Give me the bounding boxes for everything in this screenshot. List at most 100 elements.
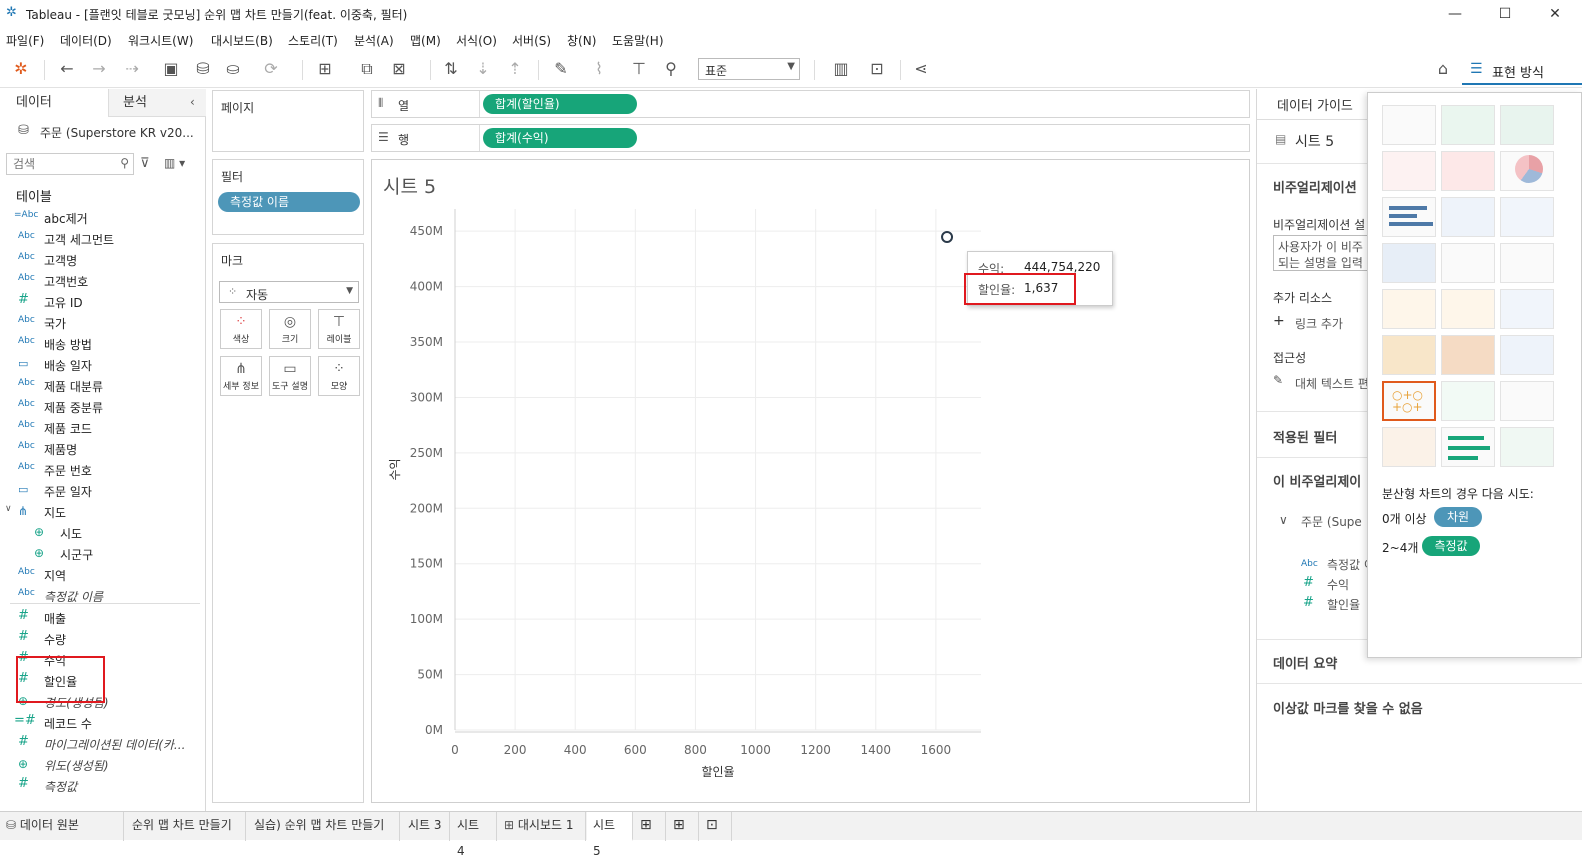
presentation-icon[interactable]: ⊡ <box>866 58 888 80</box>
expand-chevron-icon[interactable]: ∨ <box>5 504 12 514</box>
filter-icon[interactable]: ⊽ <box>140 156 150 171</box>
scatter-chart[interactable]: 0M 50M 100M 150M 200M 250M 300M 350M 400M 450M 0 20… <box>371 159 1250 803</box>
menu-story[interactable]: 스토리(T) <box>288 32 338 49</box>
treemap-chart[interactable] <box>1382 243 1436 283</box>
area-continuous-chart[interactable] <box>1382 335 1436 375</box>
field-item[interactable]: Abc 제품 대분류 <box>0 375 206 395</box>
new-worksheet-icon[interactable]: ⊞ <box>314 58 336 80</box>
save-icon[interactable]: ▣ <box>160 58 182 80</box>
menu-dashboard[interactable]: 대시보드(B) <box>211 32 273 49</box>
filters-card[interactable]: 필터 측정값 이름 <box>212 159 364 235</box>
view-options-icon[interactable]: ▥ ▾ <box>164 156 185 170</box>
area-discrete-chart[interactable] <box>1441 335 1495 375</box>
tab-sheet[interactable]: 시트 4 <box>451 812 497 858</box>
sort-desc-icon[interactable]: ⇡ <box>504 58 526 80</box>
scatter-plot-chart[interactable]: ○+○ +○+ <box>1382 381 1436 421</box>
text-table-chart[interactable] <box>1382 105 1436 145</box>
new-datasource-icon[interactable]: ⛁ <box>192 58 214 80</box>
menu-file[interactable]: 파일(F) <box>6 32 44 49</box>
circle-view-chart[interactable] <box>1441 243 1495 283</box>
tab-sheet[interactable]: 시트 3 <box>402 812 450 841</box>
field-item[interactable]: ▭ 주문 일자 <box>0 480 206 500</box>
fit-select[interactable]: 표준 ▼ <box>698 58 800 80</box>
close-icon[interactable]: ✕ <box>1540 4 1570 24</box>
expand-chevron-icon[interactable]: ∨ <box>1279 513 1288 527</box>
undo-icon[interactable]: ← <box>56 58 78 80</box>
new-story-tab-icon[interactable]: ⊡ <box>700 812 732 841</box>
redo-icon[interactable]: → <box>88 58 110 80</box>
stacked-bar-chart[interactable] <box>1441 197 1495 237</box>
scatter-point[interactable] <box>941 230 954 243</box>
clear-sheet-icon[interactable]: ⊠ <box>388 58 410 80</box>
field-item[interactable]: # 고유 ID <box>0 291 206 311</box>
pencil-icon[interactable]: ✎ <box>1273 373 1283 387</box>
field-item[interactable]: ⊕ 시군구 <box>0 543 206 563</box>
detail-button[interactable]: ⋔ 세부 정보 <box>220 356 262 396</box>
field-item[interactable]: Abc 배송 방법 <box>0 333 206 353</box>
line-discrete-chart[interactable] <box>1441 289 1495 329</box>
collapse-icon[interactable]: ‹ <box>190 95 195 109</box>
highlight-table-chart[interactable] <box>1500 105 1554 145</box>
field-item[interactable]: Abc 국가 <box>0 312 206 332</box>
pin-icon[interactable]: ⚲ <box>660 58 682 80</box>
field-item[interactable]: ⊕ 위도(생성됨) <box>0 754 206 774</box>
data-guide-tab[interactable]: 데이터 가이드 <box>1277 95 1353 114</box>
filled-map-chart[interactable] <box>1441 151 1495 191</box>
dual-combination-chart[interactable] <box>1500 335 1554 375</box>
datasource-item[interactable]: ⛁ 주문 (Superstore KR v20... <box>0 119 206 145</box>
sort-asc-icon[interactable]: ⇣ <box>472 58 494 80</box>
menu-analysis[interactable]: 분석(A) <box>354 32 394 49</box>
refresh-icon[interactable]: ⟳ <box>260 58 282 80</box>
menu-server[interactable]: 서버(S) <box>512 32 551 49</box>
field-item[interactable]: Abc 제품 코드 <box>0 417 206 437</box>
field-item[interactable]: =# 레코드 수 <box>0 712 206 732</box>
tooltip-button[interactable]: ▭ 도구 설명 <box>269 356 311 396</box>
share-icon[interactable]: ⋖ <box>910 58 932 80</box>
histogram-chart[interactable] <box>1441 381 1495 421</box>
field-item[interactable]: Abc 측정값 이름 <box>0 585 206 605</box>
columns-pill[interactable]: 합계(할인율) <box>483 94 637 114</box>
label-icon[interactable]: ⊤ <box>628 58 650 80</box>
pages-card[interactable]: 페이지 <box>212 90 364 152</box>
field-item[interactable]: ∨ ⋔ 지도 <box>0 501 206 521</box>
mark-type-select[interactable]: ⁘ 자동 ▼ <box>219 281 359 303</box>
field-item[interactable]: # 마이그레이션된 데이터(카... <box>0 733 206 753</box>
side-by-side-circle-chart[interactable] <box>1500 243 1554 283</box>
new-worksheet-tab-icon[interactable]: ⊞ <box>634 812 666 841</box>
field-item[interactable]: Abc 주문 번호 <box>0 459 206 479</box>
menu-format[interactable]: 서식(O) <box>456 32 497 49</box>
tab-sheet-active[interactable]: 시트 5 <box>587 812 633 858</box>
show-cards-icon[interactable]: ▥ <box>824 58 858 80</box>
group-icon[interactable]: ⌇ <box>588 58 610 80</box>
tab-data[interactable]: 데이터 <box>0 89 108 117</box>
search-box[interactable]: ⚲ <box>6 153 134 175</box>
swap-icon[interactable]: ⇅ <box>440 58 462 80</box>
field-item[interactable]: ▭ 배송 일자 <box>0 354 206 374</box>
dual-line-chart[interactable] <box>1500 289 1554 329</box>
tab-sheet[interactable]: 실습) 순위 맵 차트 만들기 <box>248 812 400 841</box>
field-item[interactable]: Abc 제품명 <box>0 438 206 458</box>
bullet-graph-chart[interactable] <box>1441 427 1495 467</box>
field-item[interactable]: Abc 고객 세그먼트 <box>0 228 206 248</box>
field-item[interactable]: # 측정값 <box>0 775 206 795</box>
tab-datasource[interactable]: ⛁ 데이터 원본 <box>0 812 124 841</box>
filter-pill[interactable]: 측정값 이름 <box>218 192 360 212</box>
tab-dashboard[interactable]: ⊞ 대시보드 1 <box>498 812 586 841</box>
duplicate-icon[interactable]: ⧉ <box>356 58 378 80</box>
horizontal-bar-chart[interactable] <box>1382 197 1436 237</box>
maximize-icon[interactable]: ☐ <box>1490 4 1520 24</box>
menu-map[interactable]: 맵(M) <box>410 32 441 49</box>
menu-help[interactable]: 도움말(H) <box>612 32 664 49</box>
tab-sheet[interactable]: 순위 맵 차트 만들기 <box>126 812 246 841</box>
pie-chart[interactable] <box>1500 151 1554 191</box>
size-button[interactable]: ◎ 크기 <box>269 309 311 349</box>
tableau-home-icon[interactable]: ✲ <box>10 58 32 80</box>
tooltip-pin-icon[interactable]: ⌂ <box>1432 58 1454 80</box>
rows-shelf[interactable]: ☰ 행 합계(수익) <box>371 124 1250 152</box>
field-item[interactable]: Abc 고객명 <box>0 249 206 269</box>
new-dashboard-tab-icon[interactable]: ⊞ <box>667 812 699 841</box>
gantt-chart[interactable] <box>1382 427 1436 467</box>
columns-shelf[interactable]: ⦀ 열 합계(할인율) <box>371 90 1250 118</box>
line-continuous-chart[interactable] <box>1382 289 1436 329</box>
minimize-icon[interactable]: — <box>1440 4 1470 24</box>
